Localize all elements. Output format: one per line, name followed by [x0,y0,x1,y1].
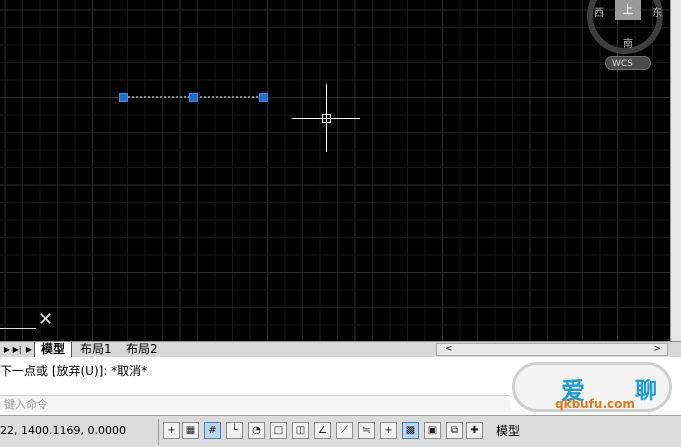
grid-display-icon[interactable]: # [204,422,221,439]
horizontal-scrollbar[interactable]: < > [436,343,668,356]
ortho-mode-icon[interactable]: └ [226,422,243,439]
status-divider [158,419,159,445]
tab-next-icon[interactable]: ▶ [24,343,34,356]
drawing-canvas[interactable]: 西 上 东 南 WCS ✕ [0,0,681,341]
object-snap-icon[interactable]: □ [270,422,287,439]
model-space-button[interactable]: 模型 [496,422,520,439]
ucs-icon-axis [0,328,36,329]
transparency-icon[interactable]: ▩ [402,422,419,439]
grip-start[interactable] [119,93,128,102]
crosshair-pickbox [322,114,331,123]
lineweight-icon[interactable]: + [380,422,397,439]
selected-line[interactable] [0,0,681,341]
status-bar: 22, 1400.1169, 0.0000 + ▦ # └ ◔ □ ◫ ∠ ⟋ … [0,415,681,447]
watermark-site: qkbufu.com [555,397,635,411]
3d-object-snap-icon[interactable]: ◫ [292,422,309,439]
coordinate-readout: 22, 1400.1169, 0.0000 [0,424,126,437]
scroll-left-icon[interactable]: < [445,344,453,355]
grip-mid[interactable] [189,93,198,102]
command-history: 下一点或 [放弃(U)]: *取消* [0,364,148,378]
tab-prev-icon[interactable]: ▶| [12,343,22,356]
tab-first-icon[interactable]: ▶ [2,343,12,356]
grip-end[interactable] [259,93,268,102]
dynamic-input-icon[interactable]: ≒ [358,422,375,439]
annotation-monitor-icon[interactable]: ✚ [466,422,483,439]
watermark-logo: 爱 聊 qkbufu.com [512,362,672,412]
polar-tracking-icon[interactable]: ◔ [248,422,265,439]
infer-constraints-icon[interactable]: + [163,422,180,439]
tab-model[interactable]: 模型 [34,342,73,358]
selection-cycling-icon[interactable]: ⧉ [446,422,463,439]
ucs-x-icon: ✕ [38,309,54,330]
layout-tab-bar: ▶ ▶| ▶ 模型 布局1 布局2 < > [0,341,681,358]
command-input[interactable]: 键入命令 [0,395,510,412]
scroll-right-icon[interactable]: > [653,344,661,355]
watermark-brand-2: 聊 [635,379,658,404]
tab-layout1[interactable]: 布局1 [74,342,118,357]
tab-layout2[interactable]: 布局2 [120,342,164,357]
object-snap-tracking-icon[interactable]: ∠ [314,422,331,439]
dynamic-ucs-icon[interactable]: ⟋ [336,422,353,439]
quick-properties-icon[interactable]: ▣ [424,422,441,439]
snap-mode-icon[interactable]: ▦ [182,422,199,439]
vertical-scrollbar[interactable] [670,0,681,341]
